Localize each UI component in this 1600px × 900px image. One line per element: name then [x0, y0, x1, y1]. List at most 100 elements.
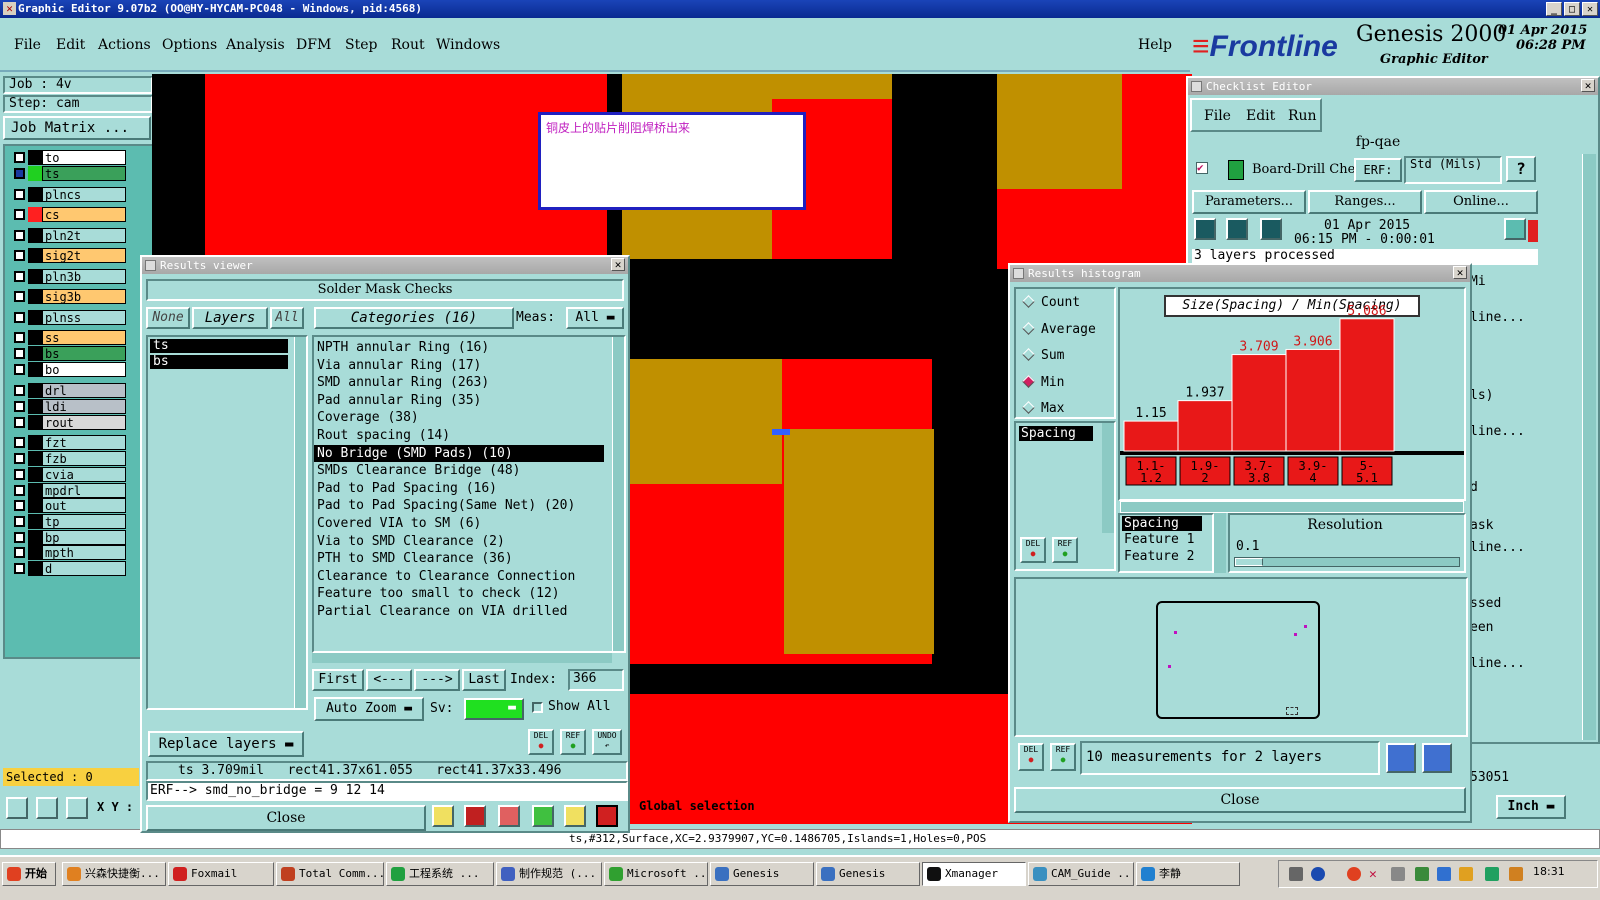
- category-item[interactable]: Pad to Pad Spacing(Same Net) (20): [314, 497, 604, 515]
- histogram-bar[interactable]: [1339, 318, 1395, 452]
- layer-checkbox[interactable]: [14, 230, 25, 241]
- layer-row-plnss[interactable]: plnss: [12, 310, 128, 325]
- run-icon[interactable]: [1194, 218, 1216, 240]
- menu-windows[interactable]: Windows: [436, 37, 500, 53]
- input-method-icon[interactable]: [1459, 867, 1473, 881]
- undo-button[interactable]: UNDO ↶: [592, 729, 622, 755]
- grid-tool-icon[interactable]: [66, 797, 88, 819]
- erf-button[interactable]: ERF:: [1354, 158, 1402, 182]
- hist-ref-button[interactable]: REF ●: [1052, 537, 1078, 563]
- layer-row-out[interactable]: out: [12, 498, 128, 513]
- taskbar-item[interactable]: Xmanager: [922, 862, 1026, 886]
- job-matrix-button[interactable]: Job Matrix ...: [3, 116, 151, 140]
- categories-button[interactable]: Categories (16): [314, 307, 514, 329]
- histogram-bar[interactable]: [1177, 400, 1233, 452]
- taskbar-item[interactable]: 兴森快捷衡...: [62, 862, 166, 886]
- layer-list-scrollbar[interactable]: [294, 337, 306, 708]
- result-layer-list[interactable]: ts bs: [146, 335, 308, 710]
- layer-row-ts[interactable]: ts: [12, 166, 128, 181]
- histogram-titlebar[interactable]: Results histogram ✕: [1010, 265, 1470, 282]
- taskbar-item[interactable]: Genesis: [710, 862, 814, 886]
- layer-row-sig3b[interactable]: sig3b: [12, 289, 128, 304]
- taskbar-item[interactable]: Microsoft ...: [604, 862, 708, 886]
- taskbar-item[interactable]: Total Comm...: [276, 862, 384, 886]
- histogram-bar[interactable]: [1231, 354, 1287, 452]
- layer-checkbox[interactable]: [14, 500, 25, 511]
- layer-row-to[interactable]: to: [12, 150, 128, 165]
- layer-checkbox[interactable]: [14, 209, 25, 220]
- layer-row-ss[interactable]: ss: [12, 330, 128, 345]
- help-tray-icon[interactable]: [1311, 867, 1325, 881]
- checklist-titlebar[interactable]: Checklist Editor ✕: [1188, 78, 1598, 95]
- start-button[interactable]: 开始: [2, 862, 56, 886]
- layer-checkbox[interactable]: [14, 348, 25, 359]
- measure-scrollbar[interactable]: [1214, 513, 1226, 573]
- histogram-list-item[interactable]: Spacing: [1019, 426, 1093, 441]
- maximize-button[interactable]: □: [1564, 2, 1580, 16]
- measure-list-item[interactable]: Feature 2: [1122, 549, 1210, 565]
- layer-row-bs[interactable]: bs: [12, 346, 128, 361]
- histogram-hscrollbar[interactable]: [1120, 501, 1464, 513]
- layer-checkbox[interactable]: [14, 437, 25, 448]
- network-icon[interactable]: [1415, 867, 1429, 881]
- category-item[interactable]: No Bridge (SMD Pads) (10): [314, 444, 604, 463]
- preview-ref-button[interactable]: REF ●: [1050, 743, 1076, 771]
- taskbar-item[interactable]: 制作规范 (...: [496, 862, 602, 886]
- mode-radio-min[interactable]: Min: [1022, 375, 1064, 390]
- histogram-item-list[interactable]: Spacing DEL ● REF ●: [1014, 421, 1116, 571]
- report-icon[interactable]: [432, 805, 454, 827]
- checklist-scrollbar[interactable]: [1582, 154, 1596, 740]
- checklist-menu-run[interactable]: Run: [1288, 108, 1317, 124]
- menu-actions[interactable]: Actions: [98, 37, 151, 53]
- category-item[interactable]: Partial Clearance on VIA drilled: [314, 603, 604, 621]
- checklist-menu-file[interactable]: File: [1204, 108, 1231, 124]
- layer-checkbox[interactable]: [14, 563, 25, 574]
- layer-row-fzb[interactable]: fzb: [12, 451, 128, 466]
- layer-checkbox[interactable]: [14, 271, 25, 282]
- layer-checkbox[interactable]: [14, 401, 25, 412]
- minimize-button[interactable]: _: [1546, 2, 1562, 16]
- first-button[interactable]: First: [312, 669, 364, 691]
- taskbar-item[interactable]: CAM_Guide ...: [1028, 862, 1134, 886]
- help-icon[interactable]: ?: [1506, 156, 1536, 182]
- layer-checkbox[interactable]: [14, 453, 25, 464]
- replace-layers-select[interactable]: Replace layers ▬: [148, 731, 304, 757]
- meas-select[interactable]: All ▬: [566, 307, 624, 329]
- measure-tool-icon[interactable]: [36, 797, 58, 819]
- layer-row-bo[interactable]: bo: [12, 362, 128, 377]
- printer-icon[interactable]: [1289, 867, 1303, 881]
- category-hscrollbar[interactable]: [312, 653, 612, 663]
- hist-del-button[interactable]: DEL ●: [1020, 537, 1046, 563]
- zoom-results-icon[interactable]: [1504, 218, 1526, 240]
- category-item[interactable]: Via to SMD Clearance (2): [314, 533, 604, 551]
- category-item[interactable]: Coverage (38): [314, 409, 604, 427]
- action-checkbox[interactable]: ✔: [1196, 162, 1208, 174]
- layer-checkbox[interactable]: [14, 516, 25, 527]
- layer-row-drl[interactable]: drl: [12, 383, 128, 398]
- close-window-button[interactable]: ✕: [1582, 2, 1598, 16]
- layer-row-bp[interactable]: bp: [12, 530, 128, 545]
- menu-help[interactable]: Help: [1138, 37, 1172, 53]
- preview-del-button[interactable]: DEL ●: [1018, 743, 1044, 771]
- stop-icon[interactable]: [1260, 218, 1282, 240]
- layer-row-d[interactable]: d: [12, 561, 128, 576]
- layer-checkbox[interactable]: [14, 312, 25, 323]
- checklist-menu-edit[interactable]: Edit: [1246, 108, 1275, 124]
- results-viewer-close-icon[interactable]: ✕: [611, 258, 625, 271]
- action-name[interactable]: Board-Drill Che: [1252, 162, 1355, 177]
- measure-list-item[interactable]: Feature 1: [1122, 532, 1210, 548]
- zoom-tool-icon[interactable]: [6, 797, 28, 819]
- compare-icon[interactable]: [1422, 743, 1452, 773]
- measure-list[interactable]: Spacing Feature 1 Feature 2: [1118, 513, 1214, 573]
- auto-zoom-select[interactable]: Auto Zoom ▬: [314, 697, 424, 721]
- layer-row-pln2t[interactable]: pln2t: [12, 228, 128, 243]
- menu-analysis[interactable]: Analysis: [226, 37, 285, 53]
- shield-icon[interactable]: [1437, 867, 1451, 881]
- category-item[interactable]: SMDs Clearance Bridge (48): [314, 462, 604, 480]
- update-icon[interactable]: [1485, 867, 1499, 881]
- category-item[interactable]: Pad to Pad Spacing (16): [314, 480, 604, 498]
- layer-checkbox[interactable]: [14, 485, 25, 496]
- category-item[interactable]: Pad annular Ring (35): [314, 392, 604, 410]
- histogram-close-icon[interactable]: ✕: [1453, 266, 1467, 279]
- index-input[interactable]: 366: [568, 669, 624, 691]
